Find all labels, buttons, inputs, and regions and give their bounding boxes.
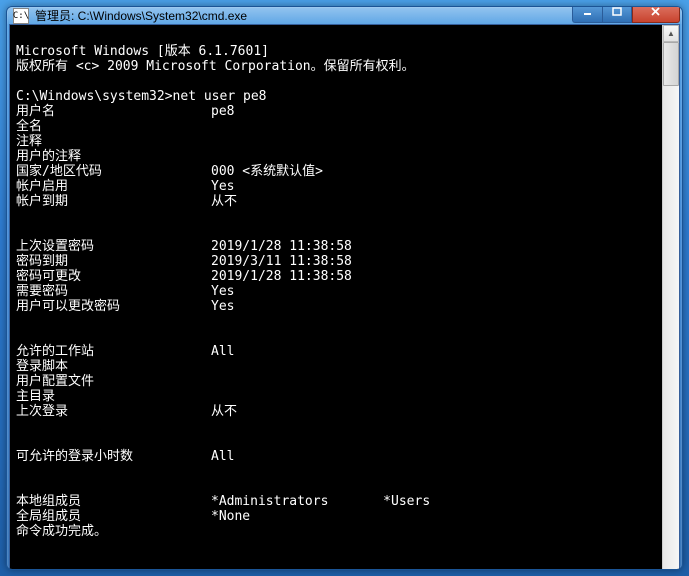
cmd-icon: C:\ bbox=[13, 8, 29, 24]
field-value bbox=[211, 149, 656, 164]
field-value: Yes bbox=[211, 299, 656, 314]
field-value: *Administrators *Users bbox=[211, 494, 656, 509]
cmd-window: C:\ 管理员: C:\Windows\System32\cmd.exe Mic… bbox=[6, 6, 683, 570]
blank-line bbox=[16, 209, 656, 224]
titlebar[interactable]: C:\ 管理员: C:\Windows\System32\cmd.exe bbox=[7, 7, 682, 24]
field-row: 密码可更改2019/1/28 11:38:58 bbox=[16, 269, 656, 284]
field-value: 2019/1/28 11:38:58 bbox=[211, 269, 656, 284]
prompt-path: C:\Windows\system32> bbox=[16, 569, 173, 570]
field-label: 登录脚本 bbox=[16, 359, 211, 374]
field-label: 允许的工作站 bbox=[16, 344, 211, 359]
field-row: 帐户到期从不 bbox=[16, 194, 656, 209]
window-title: 管理员: C:\Windows\System32\cmd.exe bbox=[35, 7, 572, 24]
field-label: 需要密码 bbox=[16, 284, 211, 299]
field-label: 全局组成员 bbox=[16, 509, 211, 524]
field-value: 从不 bbox=[211, 404, 656, 419]
header-line: Microsoft Windows [版本 6.1.7601] bbox=[16, 44, 269, 59]
blank-line bbox=[16, 464, 656, 479]
field-row: 上次设置密码2019/1/28 11:38:58 bbox=[16, 239, 656, 254]
field-row: 上次登录从不 bbox=[16, 404, 656, 419]
field-row: 可允许的登录小时数All bbox=[16, 449, 656, 464]
field-value: pe8 bbox=[211, 104, 656, 119]
field-value: 从不 bbox=[211, 194, 656, 209]
field-value: 2019/3/11 11:38:58 bbox=[211, 254, 656, 269]
scroll-track[interactable] bbox=[663, 42, 679, 570]
field-label: 密码到期 bbox=[16, 254, 211, 269]
field-value bbox=[211, 374, 656, 389]
success-line: 命令成功完成。 bbox=[16, 524, 107, 539]
field-value: All bbox=[211, 449, 656, 464]
blank-line bbox=[16, 314, 656, 329]
scroll-up-button[interactable]: ▲ bbox=[663, 25, 679, 42]
field-row: 注释 bbox=[16, 134, 656, 149]
field-value: All bbox=[211, 344, 656, 359]
field-row: 全局组成员*None bbox=[16, 509, 656, 524]
field-row: 本地组成员*Administrators *Users bbox=[16, 494, 656, 509]
field-value: 2019/1/28 11:38:58 bbox=[211, 239, 656, 254]
command-text: net user pe8 bbox=[173, 89, 267, 104]
field-row: 国家/地区代码000 <系统默认值> bbox=[16, 164, 656, 179]
field-label: 本地组成员 bbox=[16, 494, 211, 509]
prompt-path: C:\Windows\system32> bbox=[16, 89, 173, 104]
header-line: 版权所有 <c> 2009 Microsoft Corporation。保留所有… bbox=[16, 59, 415, 74]
field-label: 上次设置密码 bbox=[16, 239, 211, 254]
field-label: 用户的注释 bbox=[16, 149, 211, 164]
field-row: 密码到期2019/3/11 11:38:58 bbox=[16, 254, 656, 269]
field-value bbox=[211, 359, 656, 374]
field-row: 需要密码Yes bbox=[16, 284, 656, 299]
field-label: 用户名 bbox=[16, 104, 211, 119]
field-row: 主目录 bbox=[16, 389, 656, 404]
field-value bbox=[211, 119, 656, 134]
field-label: 用户配置文件 bbox=[16, 374, 211, 389]
field-row: 允许的工作站All bbox=[16, 344, 656, 359]
field-label: 注释 bbox=[16, 134, 211, 149]
field-label: 密码可更改 bbox=[16, 269, 211, 284]
field-row: 用户配置文件 bbox=[16, 374, 656, 389]
field-label: 可允许的登录小时数 bbox=[16, 449, 211, 464]
scroll-thumb[interactable] bbox=[663, 42, 679, 86]
window-controls bbox=[572, 6, 680, 23]
scrollbar[interactable]: ▲ ▼ bbox=[662, 25, 679, 570]
field-row: 全名 bbox=[16, 119, 656, 134]
field-row: 用户的注释 bbox=[16, 149, 656, 164]
client-area: Microsoft Windows [版本 6.1.7601] 版权所有 <c>… bbox=[9, 24, 680, 570]
field-row: 用户可以更改密码Yes bbox=[16, 299, 656, 314]
field-label: 国家/地区代码 bbox=[16, 164, 211, 179]
close-button[interactable] bbox=[632, 6, 680, 23]
field-value: Yes bbox=[211, 179, 656, 194]
field-row: 登录脚本 bbox=[16, 359, 656, 374]
minimize-button[interactable] bbox=[572, 6, 602, 23]
console-output[interactable]: Microsoft Windows [版本 6.1.7601] 版权所有 <c>… bbox=[10, 25, 662, 570]
field-value bbox=[211, 389, 656, 404]
field-label: 帐户到期 bbox=[16, 194, 211, 209]
field-row: 用户名pe8 bbox=[16, 104, 656, 119]
field-value: *None bbox=[211, 509, 656, 524]
field-value bbox=[211, 134, 656, 149]
field-value: Yes bbox=[211, 284, 656, 299]
field-label: 用户可以更改密码 bbox=[16, 299, 211, 314]
blank-line bbox=[16, 419, 656, 434]
field-label: 帐户启用 bbox=[16, 179, 211, 194]
maximize-button[interactable] bbox=[602, 6, 632, 23]
field-label: 全名 bbox=[16, 119, 211, 134]
field-value: 000 <系统默认值> bbox=[211, 164, 656, 179]
field-label: 上次登录 bbox=[16, 404, 211, 419]
field-label: 主目录 bbox=[16, 389, 211, 404]
field-row: 帐户启用Yes bbox=[16, 179, 656, 194]
